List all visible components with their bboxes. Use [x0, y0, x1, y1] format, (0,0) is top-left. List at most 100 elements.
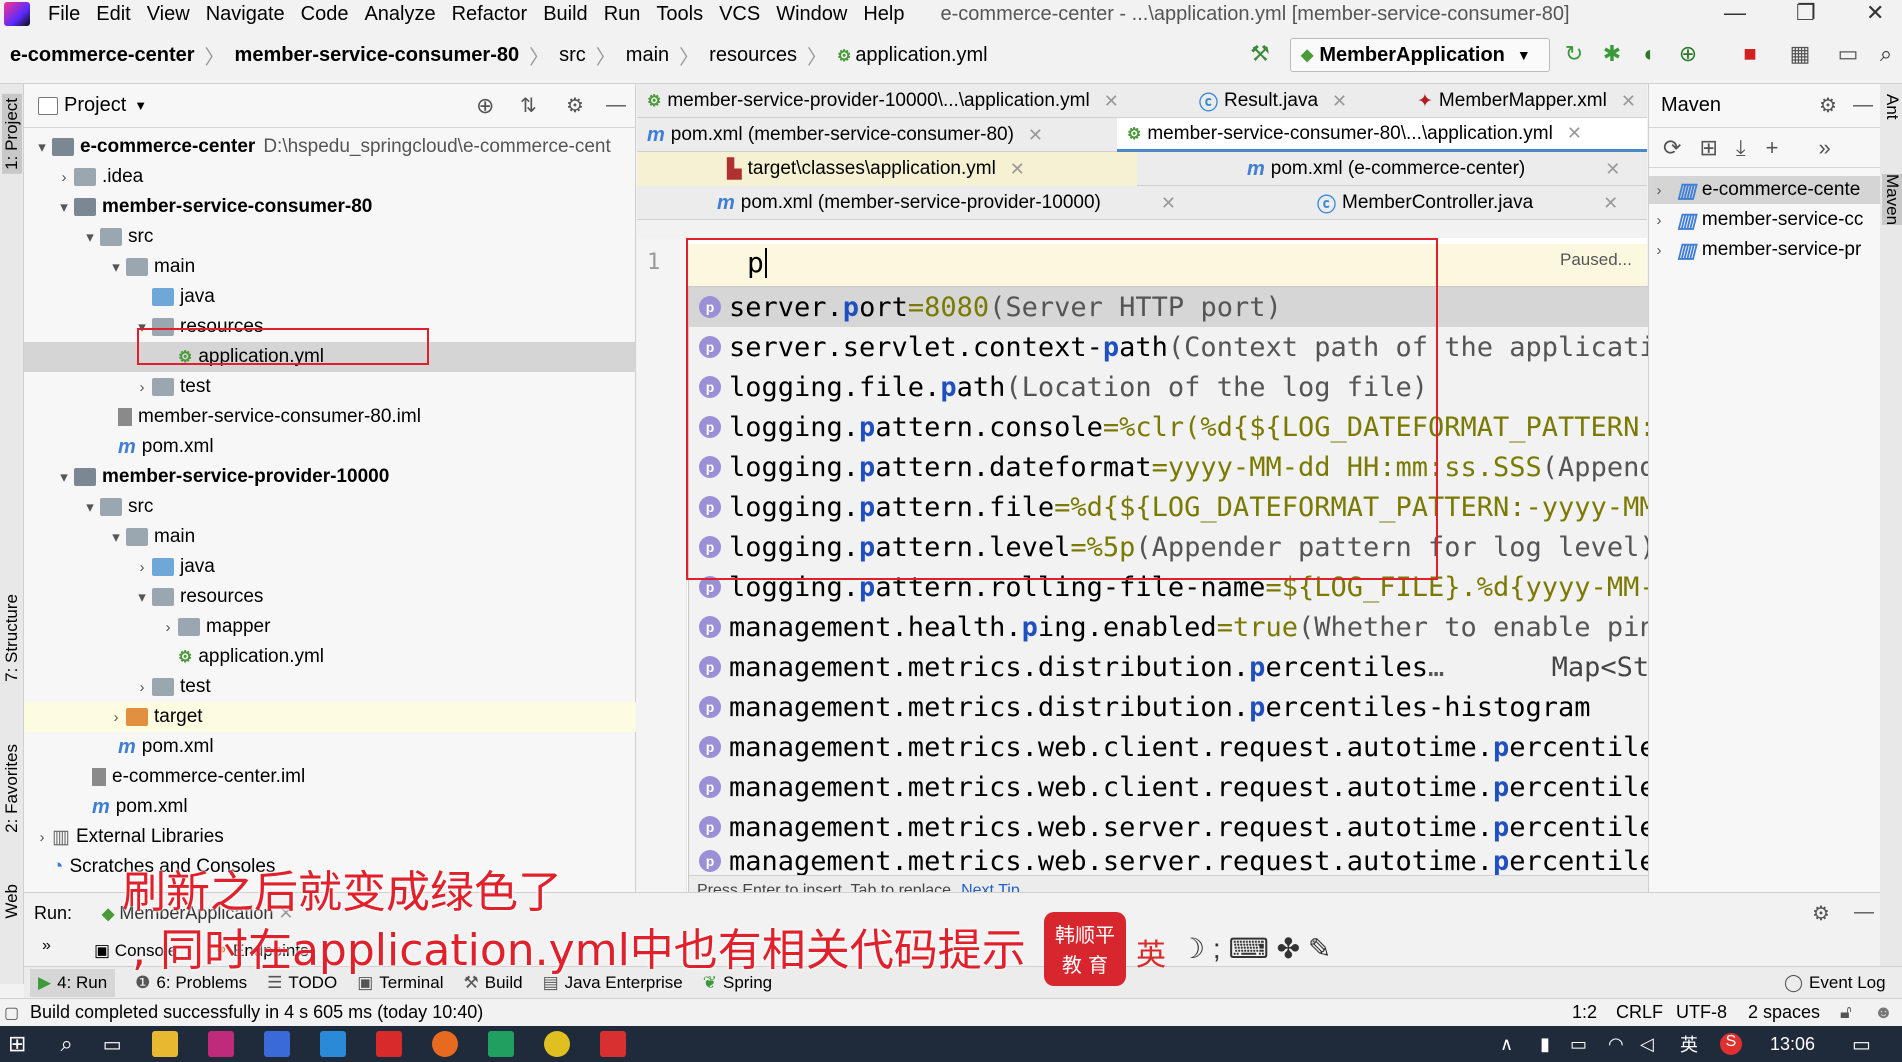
tab-target-application-yml[interactable]: ▙ target\classes\application.yml ✕ [637, 152, 1137, 186]
tree-item-root[interactable]: ▾ e-commerce-center D:\hspedu_springcloud\… [24, 132, 636, 162]
tree-item-root-pom[interactable]: m pom.xml [24, 792, 636, 822]
close-tab-icon[interactable]: ✕ [1603, 193, 1618, 214]
build-hammer-icon[interactable]: ⚒ [1248, 42, 1272, 66]
gear-icon[interactable]: ⚙ [1819, 93, 1837, 118]
intellij-icon[interactable] [207, 1031, 234, 1057]
menu-analyze[interactable]: Analyze [356, 3, 443, 26]
project-structure-icon[interactable]: ▦ [1788, 42, 1812, 66]
tree-item-provider-module[interactable]: ▾ member-service-provider-10000 [24, 462, 636, 492]
app-icon[interactable] [319, 1031, 346, 1057]
run-tool-button[interactable]: ▶ 4: Run [30, 968, 116, 997]
tree-item-external-libraries[interactable]: › ▥ External Libraries [24, 822, 636, 852]
chevron-down-icon[interactable]: ▾ [54, 468, 74, 486]
tab-result-java[interactable]: ⓒ Result.java ✕ [1189, 84, 1399, 118]
more-icon[interactable]: » [42, 937, 51, 955]
menu-vcs[interactable]: VCS [711, 3, 768, 26]
chevron-right-icon[interactable]: › [1649, 242, 1669, 259]
tab-member-mapper-xml[interactable]: ✦ MemberMapper.xml ✕ [1407, 84, 1647, 118]
tray-battery-icon[interactable]: ▭ [1570, 1034, 1587, 1055]
ime-indicator[interactable]: 英 [1680, 1031, 1698, 1057]
debug-icon[interactable]: ✱ [1600, 42, 1624, 66]
maven-item-provider[interactable]: › ▥ member-service-pr [1649, 236, 1881, 264]
close-icon[interactable]: ✕ [1866, 0, 1884, 26]
run-configuration-select[interactable]: ◆ MemberApplication ▼ [1290, 38, 1550, 72]
chevron-right-icon[interactable]: › [132, 379, 152, 396]
locate-icon[interactable]: ⊕ [476, 93, 494, 119]
close-tab-icon[interactable]: ✕ [1010, 159, 1025, 180]
ime-toolbar-lang[interactable]: 英 [1136, 930, 1166, 974]
breadcrumb-resources[interactable]: resources 〉 [709, 41, 837, 70]
chevron-right-icon[interactable]: › [32, 829, 52, 846]
tree-item-root-iml[interactable]: e-commerce-center.iml [24, 762, 636, 792]
menu-refactor[interactable]: Refactor [444, 3, 536, 26]
wifi-icon[interactable]: ◠ [1608, 1034, 1624, 1055]
reload-icon[interactable]: ⟳ [1663, 135, 1681, 161]
favorites-tool-tab[interactable]: 2: Favorites [2, 744, 22, 833]
chevron-down-icon[interactable]: ▾ [32, 138, 52, 156]
windows-start-icon[interactable]: ⊞ [8, 1031, 26, 1057]
chevron-down-icon[interactable]: ▾ [54, 198, 74, 216]
notification-center-icon[interactable]: ▭ [1852, 1032, 1871, 1057]
close-tab-icon[interactable]: ✕ [1104, 91, 1119, 112]
tree-item-iml[interactable]: member-service-consumer-80.iml [24, 402, 636, 432]
chevron-down-icon[interactable]: ▼ [134, 98, 147, 113]
stop-icon[interactable]: ■ [1738, 42, 1762, 66]
line-separator[interactable]: CRLF [1616, 1002, 1663, 1023]
ime-toolbar-icons[interactable]: ☽ ; ⌨ ✤ ✎ [1180, 932, 1331, 965]
chevron-down-icon[interactable]: ▾ [80, 228, 100, 246]
collapse-all-icon[interactable]: ⇅ [520, 93, 537, 118]
tab-root-pom[interactable]: m pom.xml (e-commerce-center) ✕ [1147, 152, 1647, 186]
tree-item-main[interactable]: ▾ main [24, 252, 636, 282]
menu-navigate[interactable]: Navigate [198, 3, 293, 26]
breadcrumb-file[interactable]: ⚙ application.yml [837, 44, 988, 67]
gear-icon[interactable]: ⚙ [1812, 901, 1830, 926]
project-view-title[interactable]: Project [64, 94, 126, 117]
typora-icon[interactable] [263, 1031, 290, 1057]
tree-item-mapper[interactable]: › mapper [24, 612, 636, 642]
menu-edit[interactable]: Edit [88, 3, 138, 26]
tree-item-src[interactable]: ▾ src [24, 222, 636, 252]
tree-item-resources[interactable]: ▾ resources [24, 582, 636, 612]
tree-item-application-yml[interactable]: ⚙ application.yml [24, 342, 636, 372]
tab-provider-pom[interactable]: m pom.xml (member-service-provider-10000)… [637, 186, 1227, 220]
hide-icon[interactable]: — [606, 94, 626, 117]
volume-icon[interactable]: ◁ [1640, 1034, 1654, 1055]
task-view-icon[interactable]: ▭ [103, 1032, 122, 1057]
coverage-icon[interactable]: ◐ [1638, 42, 1662, 66]
more-icon[interactable]: » [1818, 135, 1830, 161]
tray-up-icon[interactable]: ∧ [1500, 1034, 1513, 1055]
tree-item-test[interactable]: › test [24, 672, 636, 702]
file-explorer-icon[interactable] [151, 1031, 178, 1057]
chevron-right-icon[interactable]: › [106, 709, 126, 726]
status-icon[interactable]: ▢ [4, 1003, 19, 1023]
search-icon[interactable]: ⌕ [1874, 42, 1898, 66]
app-icon[interactable] [599, 1031, 626, 1057]
lock-icon[interactable]: 🔓︎ [1840, 1002, 1852, 1023]
chevron-right-icon[interactable]: › [1649, 212, 1669, 229]
tab-consumer-application-yml[interactable]: ⚙ member-service-consumer-80\...\applicat… [1117, 118, 1647, 152]
hide-icon[interactable]: — [1853, 94, 1873, 117]
tray-device-icon[interactable]: ▮ [1540, 1034, 1550, 1055]
chevron-down-icon[interactable]: ▾ [132, 318, 152, 336]
tree-item-test[interactable]: › test [24, 372, 636, 402]
close-tab-icon[interactable]: ✕ [1332, 91, 1347, 112]
maximize-icon[interactable]: ❐ [1796, 0, 1816, 26]
chevron-down-icon[interactable]: ▾ [106, 528, 126, 546]
minimize-icon[interactable]: — [1724, 0, 1746, 26]
search-icon[interactable]: ⌕ [60, 1031, 72, 1057]
tree-item-idea[interactable]: › .idea [24, 162, 636, 192]
chevron-right-icon[interactable]: › [132, 559, 152, 576]
menu-file[interactable]: File [40, 3, 88, 26]
tab-provider-application-yml[interactable]: ⚙ member-service-provider-10000\...\appli… [637, 84, 1177, 118]
menu-build[interactable]: Build [535, 3, 595, 26]
camtasia-icon[interactable] [487, 1031, 514, 1057]
ant-tool-tab[interactable]: Ant [1882, 94, 1902, 120]
hide-icon[interactable]: — [1854, 901, 1874, 924]
maven-tool-tab[interactable]: Maven [1882, 174, 1902, 226]
notifications-icon[interactable]: ☻ [1874, 1002, 1893, 1023]
ime-s-icon[interactable]: S [1720, 1033, 1742, 1055]
profile-icon[interactable]: ⊕ [1676, 42, 1700, 66]
tab-consumer-pom[interactable]: m pom.xml (member-service-consumer-80) ✕ [637, 118, 1107, 152]
maven-item-root[interactable]: › ▥ e-commerce-cente [1649, 176, 1881, 204]
breadcrumb-src[interactable]: src 〉 [559, 41, 626, 70]
